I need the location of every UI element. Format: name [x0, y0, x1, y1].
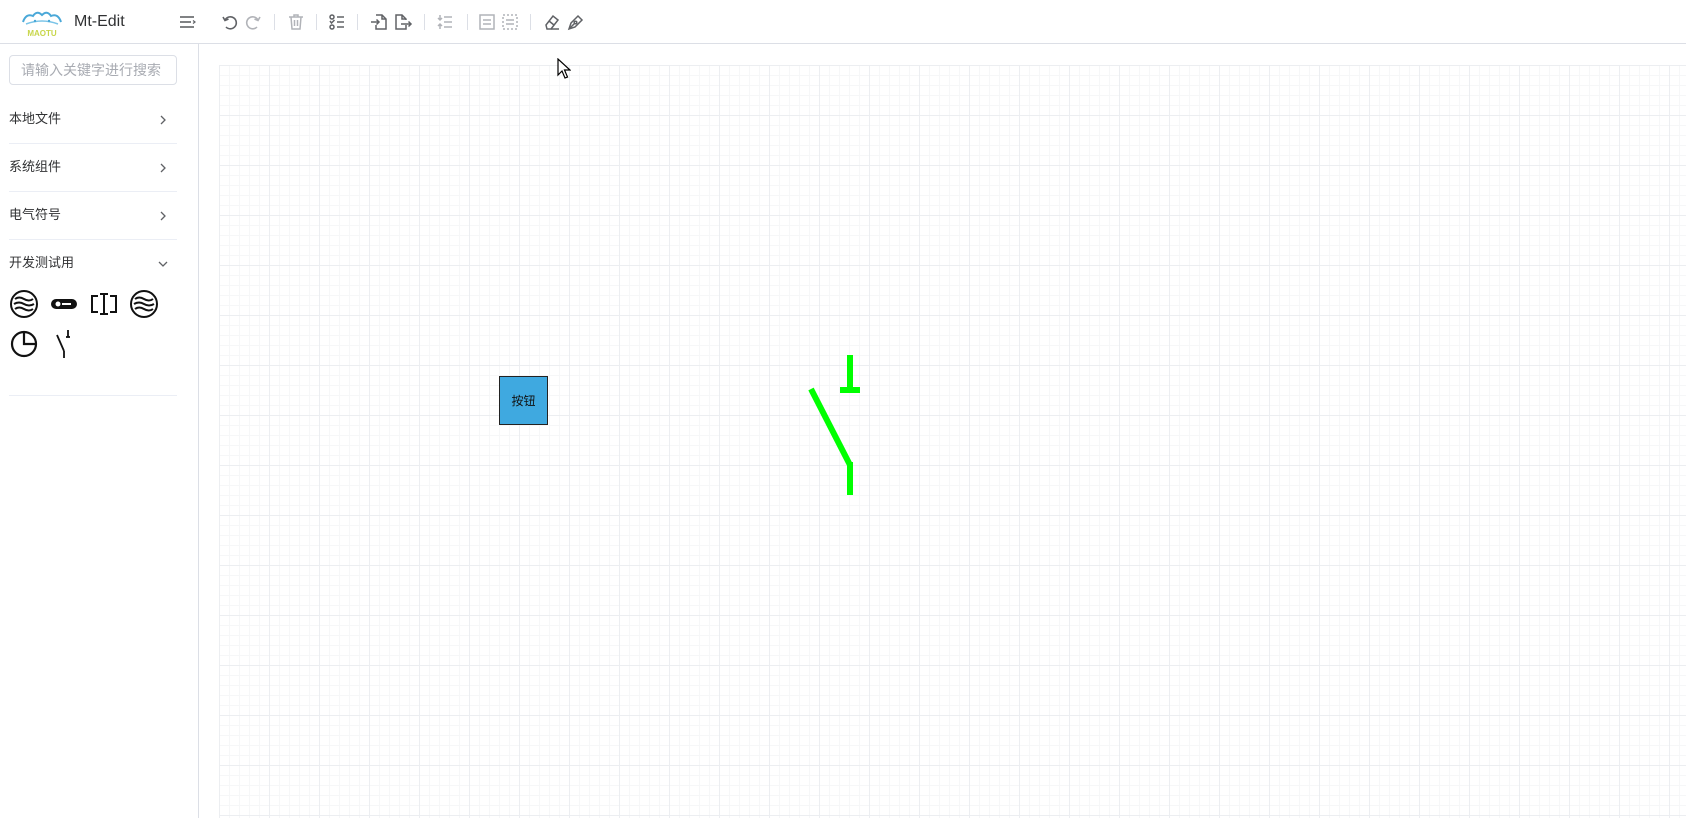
bracket-icon[interactable]: [88, 288, 120, 320]
group-icon[interactable]: [475, 10, 499, 34]
category-label: 电气符号: [9, 207, 62, 222]
mouse-cursor-icon: [557, 57, 572, 85]
category-label: 本地文件: [9, 111, 62, 126]
wave-circle-icon[interactable]: [8, 288, 40, 320]
chevron-down-icon: [157, 257, 169, 275]
canvas-button-node[interactable]: 按钮: [499, 376, 548, 425]
category-local-files[interactable]: 本地文件: [9, 96, 177, 144]
import-icon[interactable]: [367, 10, 391, 34]
switch-symbol-icon[interactable]: [48, 328, 80, 360]
component-sidebar: 本地文件 系统组件 电气符号 开发测试用: [0, 44, 199, 818]
category-system-components[interactable]: 系统组件: [9, 144, 177, 192]
top-toolbar: MAOTU Mt-Edit: [0, 0, 1686, 44]
align-icon[interactable]: [433, 10, 457, 34]
pie-clock-icon[interactable]: [8, 328, 40, 360]
chevron-right-icon: [157, 161, 169, 179]
logo: MAOTU: [20, 8, 64, 38]
button-node-label: 按钮: [511, 394, 536, 408]
category-dev-test[interactable]: 开发测试用: [9, 240, 177, 288]
ungroup-icon[interactable]: [498, 10, 522, 34]
menu-icon[interactable]: [175, 10, 199, 34]
category-electrical-symbols[interactable]: 电气符号: [9, 192, 177, 240]
logo-text: MAOTU: [27, 29, 57, 38]
search-input[interactable]: [9, 55, 177, 85]
chevron-right-icon: [157, 209, 169, 227]
category-label: 系统组件: [9, 159, 62, 174]
pen-icon[interactable]: [564, 10, 588, 34]
wave-circle-icon[interactable]: [128, 288, 160, 320]
drawing-canvas[interactable]: [219, 65, 1686, 818]
app-title: Mt-Edit: [74, 13, 125, 30]
layers-icon[interactable]: [325, 10, 349, 34]
category-label: 开发测试用: [9, 255, 75, 270]
undo-icon[interactable]: [218, 10, 242, 34]
divider: [9, 395, 177, 396]
redo-icon[interactable]: [241, 10, 265, 34]
chevron-right-icon: [157, 113, 169, 131]
pill-switch-icon[interactable]: [48, 288, 80, 320]
eraser-icon[interactable]: [540, 10, 564, 34]
app-root: MAOTU Mt-Edit 请输入关键字进行搜索 本地文件 系统组件 电气符号 …: [0, 0, 1686, 818]
export-icon[interactable]: [391, 10, 415, 34]
delete-icon[interactable]: [284, 10, 308, 34]
canvas-switch-node[interactable]: [805, 353, 865, 497]
